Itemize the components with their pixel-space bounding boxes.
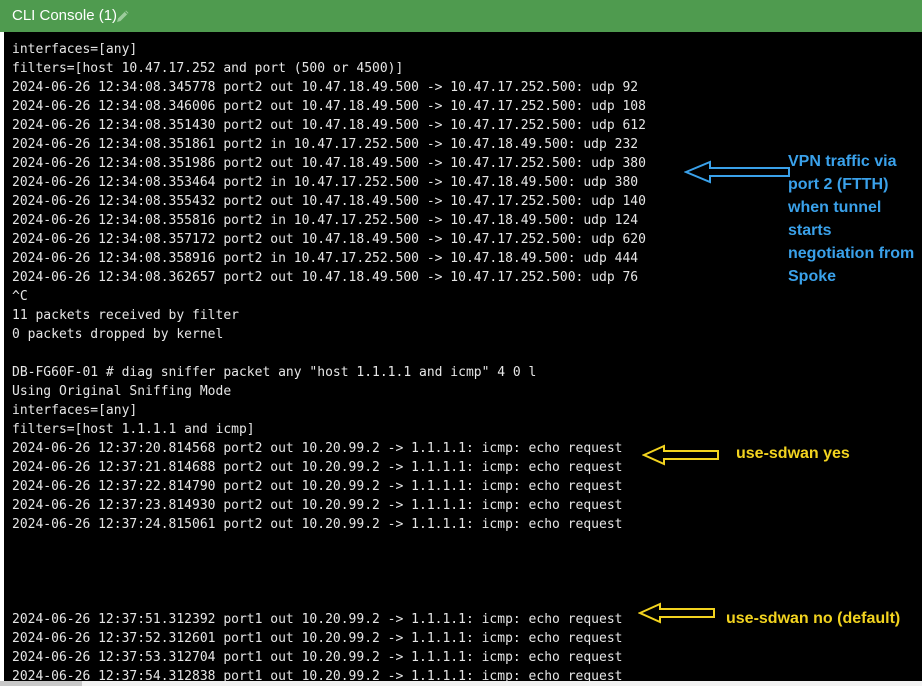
- window-titlebar: CLI Console (1): [0, 0, 922, 32]
- pencil-icon[interactable]: [115, 8, 131, 24]
- console-line: 2024-06-26 12:37:51.312392 port1 out 10.…: [12, 612, 623, 627]
- console-line: filters=[host 10.47.17.252 and port (500…: [12, 61, 404, 76]
- console-line: Using Original Sniffing Mode: [12, 384, 232, 399]
- console-line: 2024-06-26 12:37:20.814568 port2 out 10.…: [12, 441, 623, 456]
- console-line: 2024-06-26 12:34:08.355432 port2 out 10.…: [12, 194, 646, 209]
- console-line: 2024-06-26 12:37:23.814930 port2 out 10.…: [12, 498, 623, 513]
- console-line: 2024-06-26 12:37:53.312704 port1 out 10.…: [12, 650, 623, 665]
- console-line: 2024-06-26 12:34:08.346006 port2 out 10.…: [12, 99, 646, 114]
- console-line: interfaces=[any]: [12, 42, 138, 57]
- console-line: 2024-06-26 12:34:08.351986 port2 out 10.…: [12, 156, 646, 171]
- console-line: filters=[host 1.1.1.1 and icmp]: [12, 422, 255, 437]
- console-line: 2024-06-26 12:37:54.312838 port1 out 10.…: [12, 669, 623, 681]
- console-line: 2024-06-26 12:34:08.355816 port2 in 10.4…: [12, 213, 639, 228]
- vpn-note-line: VPN traffic via: [788, 153, 897, 170]
- arrow-left-icon-yellow: [638, 602, 715, 624]
- console-line: 2024-06-26 12:34:08.362657 port2 out 10.…: [12, 270, 639, 285]
- vpn-note-line: negotiation from: [788, 245, 915, 262]
- console-line: interfaces=[any]: [12, 403, 138, 418]
- console-line: 11 packets received by filter: [12, 308, 239, 323]
- console-line: 2024-06-26 12:37:52.312601 port1 out 10.…: [12, 631, 623, 646]
- console-line: 0 packets dropped by kernel: [12, 327, 224, 342]
- console-line: 2024-06-26 12:37:24.815061 port2 out 10.…: [12, 517, 623, 532]
- console-line: DB-FG60F-01 # diag sniffer packet any "h…: [12, 365, 537, 380]
- vpn-note-line: port 2 (FTTH): [788, 176, 889, 193]
- scrollbar-thumb[interactable]: [0, 681, 82, 686]
- console-line: ^C: [12, 289, 28, 304]
- vpn-note-line: when tunnel: [788, 199, 882, 216]
- console-line: 2024-06-26 12:34:08.358916 port2 in 10.4…: [12, 251, 639, 266]
- console-line: 2024-06-26 12:34:08.353464 port2 in 10.4…: [12, 175, 639, 190]
- console-line: 2024-06-26 12:37:21.814688 port2 out 10.…: [12, 460, 623, 475]
- vpn-traffic-note: VPN traffic via port 2 (FTTH) when tunne…: [788, 150, 922, 288]
- use-sdwan-no-note: use-sdwan no (default): [726, 610, 901, 627]
- arrow-left-icon-yellow: [642, 444, 719, 466]
- console-line: 2024-06-26 12:34:08.351861 port2 in 10.4…: [12, 137, 639, 152]
- horizontal-scrollbar[interactable]: [0, 681, 922, 686]
- console-lines: interfaces=[any] filters=[host 10.47.17.2…: [12, 40, 646, 681]
- console-line: 2024-06-26 12:34:08.345778 port2 out 10.…: [12, 80, 639, 95]
- vpn-note-line: Spoke: [788, 268, 837, 285]
- arrow-left-icon-blue: [684, 160, 790, 184]
- console-line: 2024-06-26 12:34:08.357172 port2 out 10.…: [12, 232, 646, 247]
- window-title: CLI Console (1): [12, 7, 118, 24]
- console-line: 2024-06-26 12:34:08.351430 port2 out 10.…: [12, 118, 646, 133]
- cli-console-output[interactable]: interfaces=[any] filters=[host 10.47.17.2…: [4, 32, 922, 681]
- console-line: 2024-06-26 12:37:22.814790 port2 out 10.…: [12, 479, 623, 494]
- use-sdwan-yes-note: use-sdwan yes: [736, 445, 850, 462]
- vpn-note-line: starts: [788, 222, 832, 239]
